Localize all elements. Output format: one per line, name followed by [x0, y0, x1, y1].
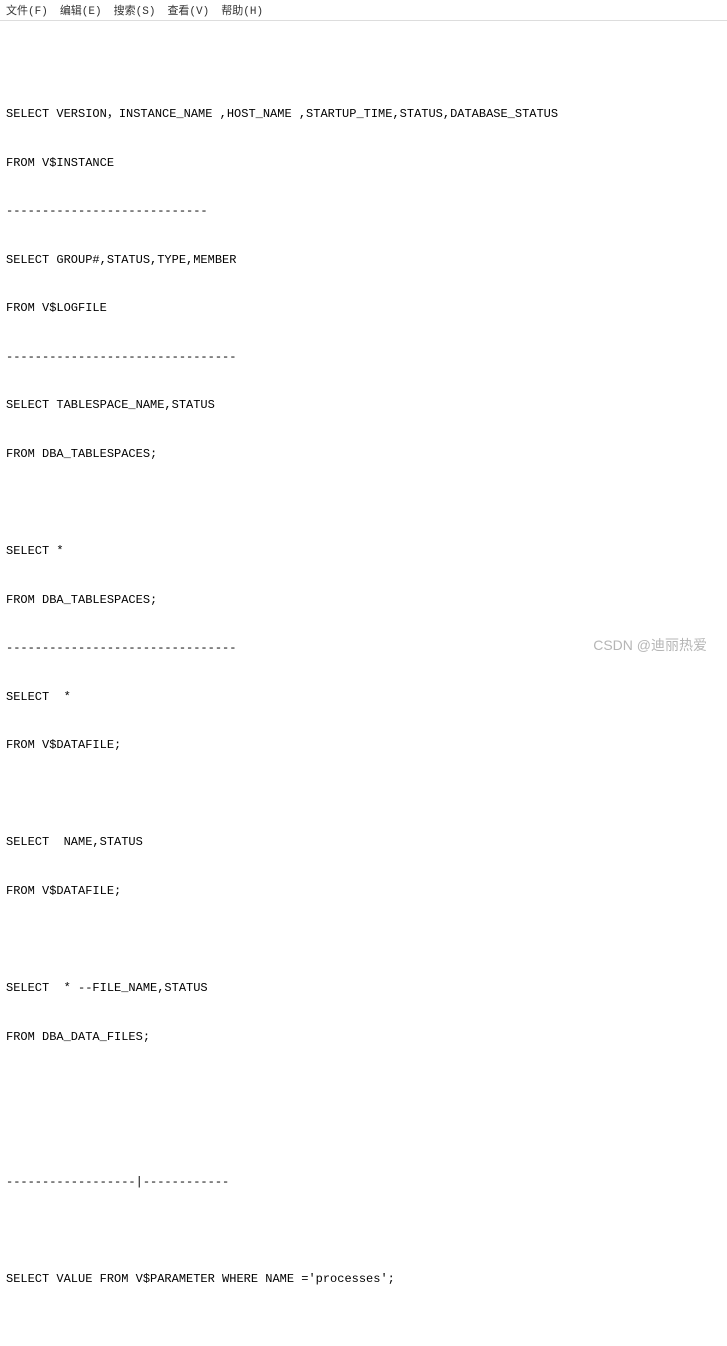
code-line: FROM V$DATAFILE; [6, 737, 721, 753]
code-line: SELECT GROUP#,STATUS,TYPE,MEMBER [6, 252, 721, 268]
menu-help[interactable]: 帮助(H) [219, 2, 265, 18]
code-line [6, 1320, 721, 1336]
code-line: SELECT * [6, 689, 721, 705]
code-line [6, 786, 721, 802]
code-line: SELECT * [6, 543, 721, 559]
menu-edit[interactable]: 编辑(E) [58, 2, 104, 18]
code-line: SELECT * --FILE_NAME,STATUS [6, 980, 721, 996]
code-line [6, 1126, 721, 1142]
code-line: FROM V$DATAFILE; [6, 883, 721, 899]
code-line [6, 1077, 721, 1093]
code-line: FROM V$LOGFILE [6, 300, 721, 316]
code-line: ------------------|------------ [6, 1174, 721, 1190]
code-line [6, 57, 721, 73]
code-line: FROM DBA_DATA_FILES; [6, 1029, 721, 1045]
code-line: SELECT VALUE FROM V$PARAMETER WHERE NAME… [6, 1271, 721, 1287]
menu-search[interactable]: 搜索(S) [112, 2, 158, 18]
code-editor[interactable]: SELECT VERSION，INSTANCE_NAME ,HOST_NAME … [0, 21, 727, 1346]
code-line: FROM DBA_TABLESPACES; [6, 446, 721, 462]
code-line: -------------------------------- [6, 349, 721, 365]
code-line: SELECT TABLESPACE_NAME,STATUS [6, 397, 721, 413]
menu-bar: 文件(F) 编辑(E) 搜索(S) 查看(V) 帮助(H) [0, 0, 727, 21]
code-line [6, 932, 721, 948]
code-line: FROM V$INSTANCE [6, 155, 721, 171]
code-line: ---------------------------- [6, 203, 721, 219]
code-line: SELECT NAME,STATUS [6, 834, 721, 850]
menu-file[interactable]: 文件(F) [4, 2, 50, 18]
code-line: FROM DBA_TABLESPACES; [6, 592, 721, 608]
code-line: -------------------------------- [6, 640, 721, 656]
menu-view[interactable]: 查看(V) [165, 2, 211, 18]
code-line: SELECT VERSION，INSTANCE_NAME ,HOST_NAME … [6, 106, 721, 122]
code-line [6, 494, 721, 510]
code-line [6, 1223, 721, 1239]
